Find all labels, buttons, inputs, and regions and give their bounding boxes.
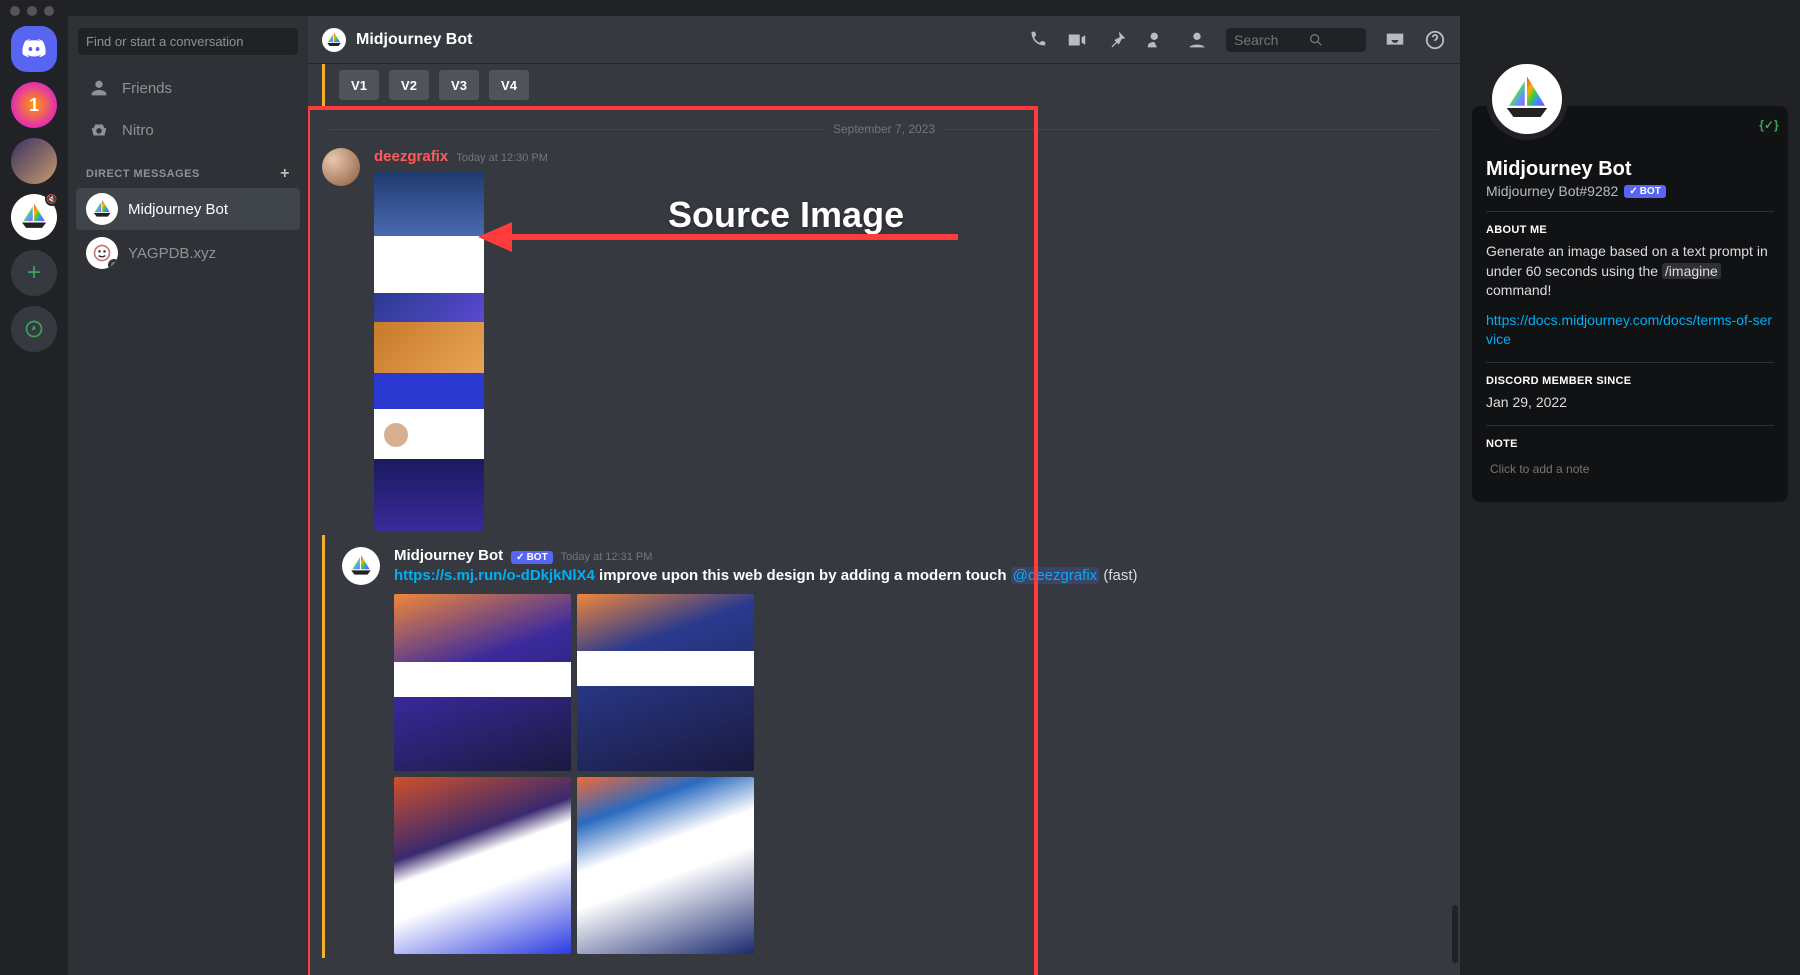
discord-logo-icon xyxy=(21,36,47,62)
server-1-badge: 1 xyxy=(29,95,39,116)
profile-avatar-icon[interactable] xyxy=(1486,58,1568,140)
nitro-label: Nitro xyxy=(122,122,154,139)
midjourney-avatar-icon xyxy=(86,193,118,225)
chat-scroll[interactable]: V1 V2 V3 V4 September 7, 2023 deezgrafix… xyxy=(308,64,1460,975)
yagpdb-avatar-icon xyxy=(86,237,118,269)
about-me-text: Generate an image based on a text prompt… xyxy=(1486,242,1774,301)
video-call-icon[interactable] xyxy=(1066,29,1088,51)
help-icon[interactable] xyxy=(1424,29,1446,51)
v2-button[interactable]: V2 xyxy=(389,70,429,100)
dm-item-label: Midjourney Bot xyxy=(128,201,228,218)
bot-tag: ✓ BOT xyxy=(511,551,553,564)
traffic-minimize[interactable] xyxy=(27,6,37,16)
header-title: Midjourney Bot xyxy=(356,31,472,49)
message-user-upload: deezgrafix Today at 12:30 PM xyxy=(322,136,1460,535)
mute-indicator-icon: 🔇 xyxy=(45,192,59,206)
search-icon xyxy=(1308,32,1324,48)
generated-image-3 xyxy=(394,777,571,954)
generated-image-1 xyxy=(394,594,571,771)
search-input[interactable]: Search xyxy=(1226,28,1366,52)
add-friends-icon[interactable] xyxy=(1146,29,1168,51)
uploaded-image[interactable] xyxy=(374,171,484,531)
nitro-tab[interactable]: Nitro xyxy=(76,111,300,149)
bot-tag: ✓ BOT xyxy=(1624,185,1666,198)
chat-header: Midjourney Bot Search xyxy=(308,16,1460,64)
user-profile-icon[interactable] xyxy=(1186,29,1208,51)
server-1[interactable]: 1 xyxy=(11,82,57,128)
create-dm-button[interactable]: + xyxy=(280,165,290,183)
sailboat-icon xyxy=(18,201,50,233)
member-since-label: DISCORD MEMBER SINCE xyxy=(1486,375,1774,387)
v3-button[interactable]: V3 xyxy=(439,70,479,100)
quick-switcher[interactable]: Find or start a conversation xyxy=(78,28,298,55)
dev-badge[interactable]: {✓} xyxy=(1758,114,1780,136)
source-url-link[interactable]: https://s.mj.run/o-dDkjkNlX4 xyxy=(394,567,595,584)
nitro-icon xyxy=(88,119,110,141)
pinned-messages-icon[interactable] xyxy=(1106,29,1128,51)
message-content: https://s.mj.run/o-dDkjkNlX4 improve upo… xyxy=(394,566,1460,586)
dm-midjourney-bot[interactable]: Midjourney Bot xyxy=(76,188,300,230)
dm-column: Find or start a conversation Friends Nit… xyxy=(68,16,308,975)
titlebar xyxy=(0,0,1800,16)
compass-icon xyxy=(24,319,44,339)
profile-card: {✓} Midjourney Bot Midjourney Bot#9282 ✓… xyxy=(1472,106,1788,502)
generated-image-2 xyxy=(577,594,754,771)
dm-section-header: DIRECT MESSAGES + xyxy=(68,151,308,187)
traffic-zoom[interactable] xyxy=(44,6,54,16)
v1-button[interactable]: V1 xyxy=(339,70,379,100)
server-list: 1 🔇 + xyxy=(0,16,68,975)
dm-yagpdb[interactable]: YAGPDB.xyz xyxy=(76,232,300,274)
explore-servers-button[interactable] xyxy=(11,306,57,352)
bot-avatar-icon[interactable] xyxy=(342,547,380,585)
date-divider: September 7, 2023 xyxy=(322,122,1446,136)
add-server-button[interactable]: + xyxy=(11,250,57,296)
note-input[interactable] xyxy=(1486,456,1774,482)
profile-tag: Midjourney Bot#9282 xyxy=(1486,183,1618,199)
server-2[interactable] xyxy=(11,138,57,184)
message-timestamp: Today at 12:30 PM xyxy=(456,152,548,164)
message-username[interactable]: Midjourney Bot xyxy=(394,547,503,564)
generated-image-grid[interactable] xyxy=(394,594,754,954)
scrollbar-thumb[interactable] xyxy=(1452,905,1458,963)
message-bot-response: Midjourney Bot ✓ BOT Today at 12:31 PM h… xyxy=(322,535,1460,958)
v4-button[interactable]: V4 xyxy=(489,70,529,100)
note-label: NOTE xyxy=(1486,438,1774,450)
tos-link[interactable]: https://docs.midjourney.com/docs/terms-o… xyxy=(1486,311,1774,350)
traffic-close[interactable] xyxy=(10,6,20,16)
header-avatar-icon xyxy=(322,28,346,52)
status-offline-icon xyxy=(108,259,118,269)
profile-name: Midjourney Bot xyxy=(1486,158,1774,181)
message-timestamp: Today at 12:31 PM xyxy=(561,551,653,563)
profile-panel: {✓} Midjourney Bot Midjourney Bot#9282 ✓… xyxy=(1460,16,1800,975)
message-username[interactable]: deezgrafix xyxy=(374,148,448,165)
server-3[interactable]: 🔇 xyxy=(11,194,57,240)
user-mention[interactable]: @deezgrafix xyxy=(1011,567,1099,584)
voice-call-icon[interactable] xyxy=(1026,29,1048,51)
user-avatar-icon[interactable] xyxy=(322,148,360,186)
main-chat: Midjourney Bot Search V1 V2 xyxy=(308,16,1460,975)
friends-icon xyxy=(88,77,110,99)
friends-tab[interactable]: Friends xyxy=(76,69,300,107)
imagine-command: /imagine xyxy=(1662,263,1721,279)
member-since-value: Jan 29, 2022 xyxy=(1486,393,1774,413)
generated-image-4 xyxy=(577,777,754,954)
about-me-label: ABOUT ME xyxy=(1486,224,1774,236)
variation-buttons: V1 V2 V3 V4 xyxy=(331,64,1460,110)
dm-item-label: YAGPDB.xyz xyxy=(128,245,216,262)
discord-home[interactable] xyxy=(11,26,57,72)
inbox-icon[interactable] xyxy=(1384,29,1406,51)
friends-label: Friends xyxy=(122,80,172,97)
